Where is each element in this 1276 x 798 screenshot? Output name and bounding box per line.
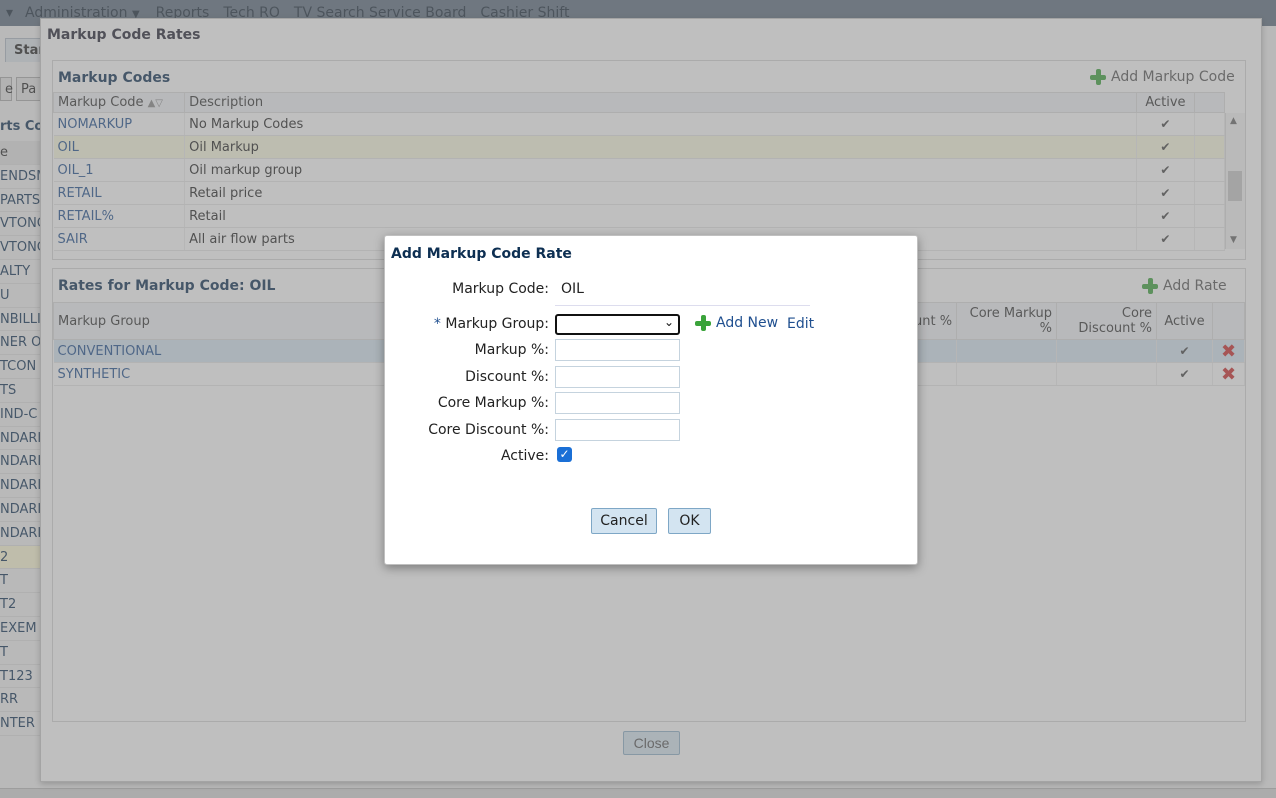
add-new-button[interactable]: Add New (694, 314, 778, 332)
markup-group-label: * Markup Group: (433, 316, 549, 332)
markup-code-label: Markup Code: (452, 281, 549, 297)
divider (555, 305, 810, 306)
core-markup-pct-input[interactable] (555, 392, 680, 414)
core-discount-pct-label: Core Discount %: (428, 422, 549, 438)
add-new-label: Add New (716, 315, 779, 331)
add-markup-code-rate-dialog: Add Markup Code Rate Markup Code: OIL * … (384, 235, 918, 565)
markup-code-value: OIL (561, 281, 584, 297)
active-checkbox[interactable]: ✓ (557, 447, 572, 462)
cancel-button[interactable]: Cancel (591, 508, 657, 534)
discount-pct-label: Discount %: (465, 369, 549, 385)
core-discount-pct-input[interactable] (555, 419, 680, 441)
markup-pct-input[interactable] (555, 339, 680, 361)
ok-button[interactable]: OK (668, 508, 711, 534)
dialog-title: Add Markup Code Rate (391, 246, 572, 262)
active-label: Active: (500, 448, 549, 464)
markup-group-select[interactable]: ⌄ (555, 314, 680, 335)
markup-pct-label: Markup %: (474, 342, 549, 358)
plus-icon (694, 314, 712, 332)
required-marker: * (433, 316, 441, 332)
chevron-down-icon: ⌄ (663, 315, 674, 329)
check-icon: ✓ (559, 447, 570, 461)
core-markup-pct-label: Core Markup %: (437, 395, 549, 411)
edit-link[interactable]: Edit (787, 316, 814, 332)
discount-pct-input[interactable] (555, 366, 680, 388)
